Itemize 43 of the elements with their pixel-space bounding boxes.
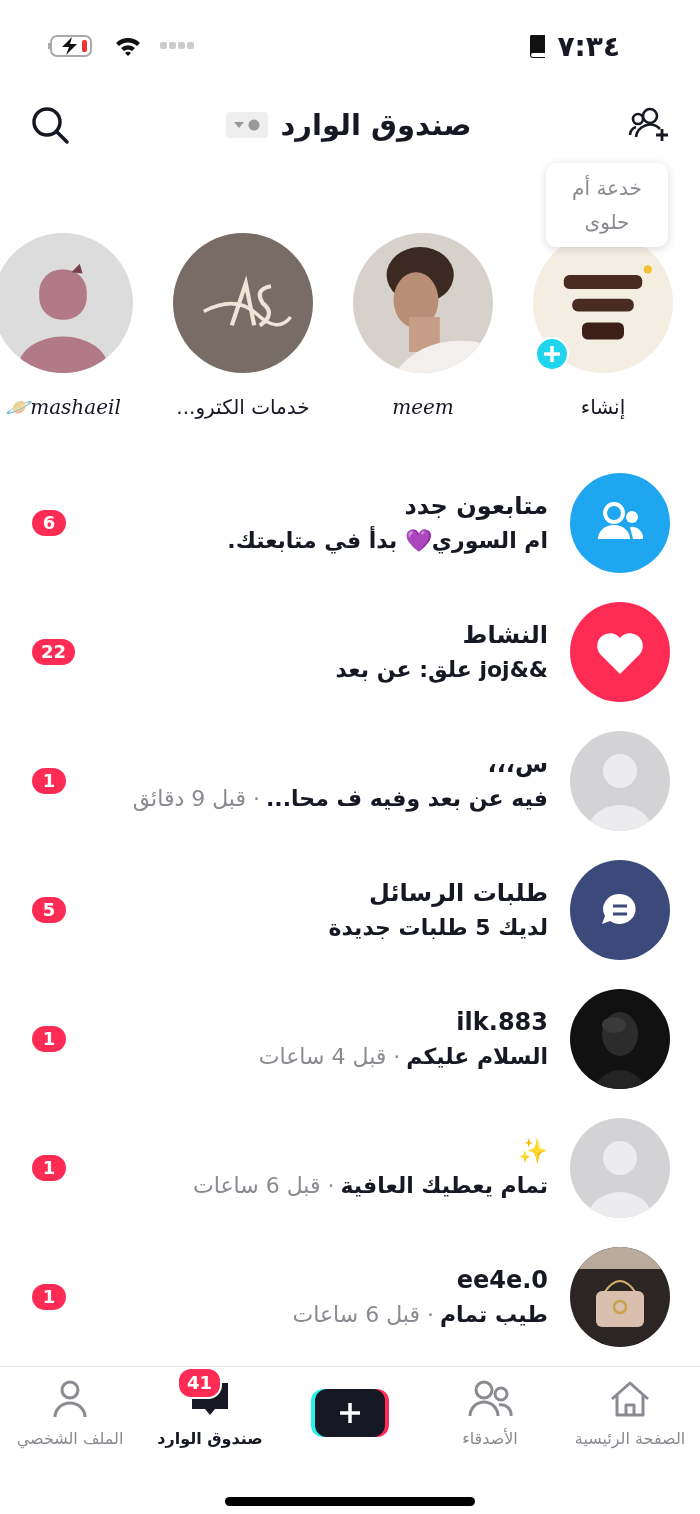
message-preview: طيب تمام (439, 1302, 548, 1327)
conversation-title[interactable]: س،،، (487, 750, 548, 778)
wifi-icon (114, 35, 142, 57)
timestamp: · قبل 6 ساعات (193, 1173, 335, 1198)
friends-icon (467, 1378, 513, 1419)
message-preview: تمام يعطيك العافية (340, 1173, 548, 1198)
search-icon[interactable] (30, 105, 70, 145)
conversation-title[interactable]: متابعون جدد (404, 492, 548, 520)
signal-icon (160, 42, 196, 50)
status-toggle-icon[interactable] (226, 112, 269, 138)
story-name: 🪐mashaeil (5, 395, 121, 419)
conversation-title[interactable]: ilk.883 (456, 1008, 548, 1036)
unread-badge: 22 (32, 638, 76, 665)
book-icon (527, 33, 548, 59)
conversation-title[interactable]: النشاط (462, 621, 548, 649)
story-name: إنشاء (580, 395, 626, 419)
create-button[interactable] (311, 1389, 389, 1437)
nav-tab[interactable]: الصفحة الرئيسية (560, 1367, 700, 1459)
clock-time: ٧:٣٤ (557, 29, 620, 63)
timestamp: · قبل 9 دقائق (132, 786, 260, 811)
unread-badge: 5 (32, 896, 66, 923)
notification-badge: 41 (176, 1366, 222, 1399)
message-preview: ام السوري💜 بدأ في متابعتك. (227, 528, 548, 553)
story-name: meem (392, 395, 454, 419)
unread-badge: 1 (32, 767, 66, 794)
message-preview: فيه عن بعد وفيه ف محا... (266, 786, 548, 811)
unread-badge: 1 (32, 1154, 66, 1181)
timestamp: · قبل 6 ساعات (292, 1302, 434, 1327)
unread-badge: 6 (32, 509, 66, 536)
message-preview: &&joj علق: عن بعد (335, 657, 548, 682)
conversation-title[interactable]: طلبات الرسائل (369, 879, 548, 907)
timestamp: · قبل 4 ساعات (258, 1044, 401, 1069)
story-name: خدمات الكترو... (176, 395, 310, 419)
message-request-icon (570, 859, 670, 960)
conversation-title[interactable]: ee4e.0 (456, 1266, 548, 1294)
tooltip: خدعة أم حلوى (546, 163, 668, 247)
message-preview: السلام عليكم (406, 1044, 548, 1069)
unread-badge: 1 (32, 1025, 66, 1052)
unread-badge: 1 (32, 1283, 66, 1310)
message-preview: لديك 5 طلبات جديدة (328, 915, 548, 940)
followers-icon (570, 472, 670, 573)
page-title: صندوق الوارد (280, 108, 472, 142)
nav-tab[interactable]: الملف الشخصي (0, 1367, 140, 1459)
